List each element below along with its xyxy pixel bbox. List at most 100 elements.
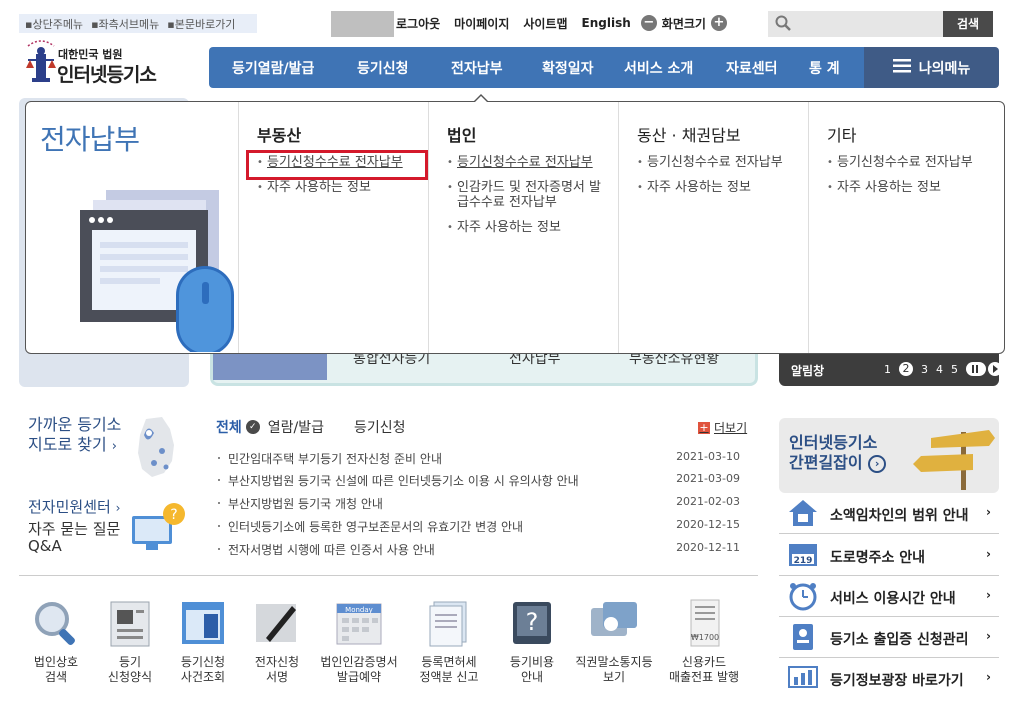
quick-label: 등록면허세 (421, 655, 477, 669)
zoom-in-icon[interactable]: + (710, 15, 727, 31)
notice-chat-icon (589, 598, 639, 648)
plus-icon: + (698, 420, 710, 434)
my-menu-button[interactable]: 나의메뉴 (864, 47, 999, 88)
other-faq-info-link[interactable]: 자주 사용하는 정보 (827, 180, 998, 195)
more-label: 더보기 (714, 421, 748, 435)
search-icon (775, 15, 791, 35)
notice-row[interactable]: 인터넷등기소에 등록한 영구보존문서의 유효기간 변경 안내 2020-12-15 (216, 518, 740, 534)
notice-row[interactable]: 민간임대주택 부기등기 전자신청 준비 안내 2021-03-10 (216, 450, 740, 466)
dropdown-title: 전자납부 (40, 123, 140, 156)
quick-cost-guide[interactable]: ? 등기비용 안내 (496, 598, 568, 685)
tab-view-issue[interactable]: 열람/발급 (268, 417, 324, 437)
nearby-registry-link[interactable]: 가까운 등기소 지도로 찾기 › (28, 415, 121, 457)
page-4[interactable]: 4 (936, 363, 943, 376)
page-1[interactable]: 1 (884, 363, 891, 376)
right-link-small-tenant[interactable]: 소액임차인의 범위 안내 › (779, 493, 999, 534)
right-link-access-pass[interactable]: 등기소 출입증 신청관리 › (779, 617, 999, 658)
notice-pagination: 1 2 3 4 5 (884, 362, 1002, 376)
notice-row[interactable]: 전자서명법 시행에 따른 인증서 사용 안내 2020-12-11 (216, 541, 740, 557)
quick-seal-cert-reservation[interactable]: Monday 법인인감증명서 발급예약 (312, 598, 406, 685)
quick-label: 등기비용 (509, 655, 555, 669)
quick-cancellation-notice[interactable]: 직권말소통지등 보기 (568, 598, 660, 685)
quick-e-signature[interactable]: 전자신청 서명 (241, 598, 313, 685)
quick-label: 사건조회 (180, 670, 226, 684)
map-find-label: 지도로 찾기 (28, 435, 107, 454)
notice-popup-label: 알림창 (791, 364, 825, 378)
tab-registration[interactable]: 등기신청 (354, 417, 406, 437)
nav-statistics[interactable]: 통 계 (809, 58, 840, 78)
dropdown-col-corporation: 법인 등기신청수수료 전자납부 인감카드 및 전자증명서 발급수수료 전자납부 … (428, 102, 618, 353)
search-button[interactable]: 검색 (943, 11, 993, 37)
chevron-right-icon: › (986, 629, 991, 643)
page-2[interactable]: 2 (899, 362, 913, 376)
search-input[interactable] (768, 11, 943, 37)
notice-row[interactable]: 부산지방법원 등기국 개청 안내 2021-02-03 (216, 495, 740, 511)
quick-guide-banner[interactable]: 인터넷등기소 간편길잡이 › (779, 418, 999, 493)
nav-service-intro[interactable]: 서비스 소개 (624, 58, 693, 78)
page-3[interactable]: 3 (921, 363, 928, 376)
movables-fee-epayment-link[interactable]: 등기신청수수료 전자납부 (637, 155, 808, 170)
guide-label-1: 인터넷등기소 (789, 433, 878, 452)
quick-label: 서명 (265, 670, 289, 684)
nav-resource-center[interactable]: 자료센터 (726, 58, 778, 78)
quick-forms[interactable]: 등기 신청양식 (94, 598, 166, 685)
faq-link[interactable]: 자주 묻는 질문 Q&A (28, 521, 120, 555)
faq-monitor-icon: ? (132, 503, 185, 550)
right-link-data-plaza[interactable]: 등기정보광장 바로가기 › (779, 658, 999, 699)
road-sign-icon: 219 (789, 544, 817, 566)
nav-apply[interactable]: 등기신청 (357, 58, 409, 78)
case-inquiry-icon (178, 598, 228, 648)
quick-label: 등기 (118, 655, 142, 669)
logout-link[interactable]: 로그아웃 (396, 15, 440, 32)
movables-faq-info-link[interactable]: 자주 사용하는 정보 (637, 180, 808, 195)
nav-fixed-date[interactable]: 확정일자 (542, 58, 594, 78)
svg-text:Monday: Monday (345, 606, 373, 614)
other-fee-epayment-link[interactable]: 등기신청수수료 전자납부 (827, 155, 998, 170)
notice-row[interactable]: 부산지방법원 등기국 신설에 따른 인터넷등기소 이용 시 유의사항 안내 202… (216, 472, 740, 488)
dropdown-col-other: 기타 등기신청수수료 전자납부 자주 사용하는 정보 (808, 102, 998, 353)
quick-corp-name-search[interactable]: 법인상호 검색 (20, 598, 92, 685)
corp-faq-info-link[interactable]: 자주 사용하는 정보 (447, 220, 618, 235)
english-link[interactable]: English (582, 16, 631, 30)
nav-view-issue[interactable]: 등기열람/발급 (232, 58, 314, 78)
right-link-service-hours[interactable]: 서비스 이용시간 안내 › (779, 576, 999, 617)
real-estate-faq-info-link[interactable]: 자주 사용하는 정보 (257, 180, 428, 195)
alarm-clock-icon (789, 583, 817, 611)
divider (19, 575, 758, 576)
col-heading-real-estate: 부동산 (257, 126, 302, 145)
next-icon[interactable] (988, 362, 1002, 376)
site-logo[interactable]: 대한민국 법원 인터넷등기소 (24, 36, 194, 88)
svg-text:219: 219 (794, 556, 813, 566)
hamburger-icon (892, 58, 911, 77)
pause-icon[interactable] (966, 362, 986, 376)
more-link[interactable]: + 더보기 (698, 419, 747, 436)
mypage-link[interactable]: 마이페이지 (454, 15, 509, 32)
notice-title: 부산지방법원 등기국 신설에 따른 인터넷등기소 이용 시 유의사항 안내 (228, 474, 579, 488)
quick-license-tax[interactable]: 등록면허세 정액분 신고 (411, 598, 487, 685)
right-link-road-address[interactable]: 219 도로명주소 안내 › (779, 535, 999, 576)
corp-fee-epayment-link[interactable]: 등기신청수수료 전자납부 (447, 155, 618, 170)
corp-seal-certificate-fee-link[interactable]: 인감카드 및 전자증명서 발급수수료 전자납부 (447, 180, 607, 210)
notice-date: 2021-03-09 (676, 472, 740, 485)
svg-text:₩1700: ₩1700 (691, 633, 719, 642)
page-5[interactable]: 5 (951, 363, 958, 376)
skip-link-sub[interactable]: ▪좌측서브메뉴 (91, 16, 159, 32)
notice-tabs: 전체 ✓ 열람/발급 등기신청 (216, 417, 406, 437)
col-heading-movables: 동산 · 채권담보 (637, 126, 741, 145)
sitemap-link[interactable]: 사이트맵 (523, 15, 567, 32)
quick-case-inquiry[interactable]: 등기신청 사건조회 (167, 598, 239, 685)
e-civil-center-link[interactable]: 전자민원센터 › (28, 496, 120, 517)
quick-label: 정액분 신고 (419, 670, 479, 684)
quick-label: 발급예약 (336, 670, 382, 684)
zoom-label: 화면크기 (661, 16, 706, 31)
quick-label: 검색 (44, 670, 68, 684)
skip-link-content[interactable]: ▪본문바로가기 (167, 16, 235, 32)
skip-link-main[interactable]: ▪상단주메뉴 (25, 16, 83, 32)
quick-card-receipt[interactable]: ₩1700 신용카드 매출전표 발행 (661, 598, 747, 685)
access-card-icon (793, 624, 813, 650)
zoom-out-icon[interactable]: − (640, 15, 657, 31)
quick-label: 신용카드 (681, 655, 727, 669)
search-bar: 검색 (768, 11, 993, 37)
tab-all[interactable]: 전체 (216, 417, 242, 437)
nav-e-payment[interactable]: 전자납부 (451, 58, 503, 78)
